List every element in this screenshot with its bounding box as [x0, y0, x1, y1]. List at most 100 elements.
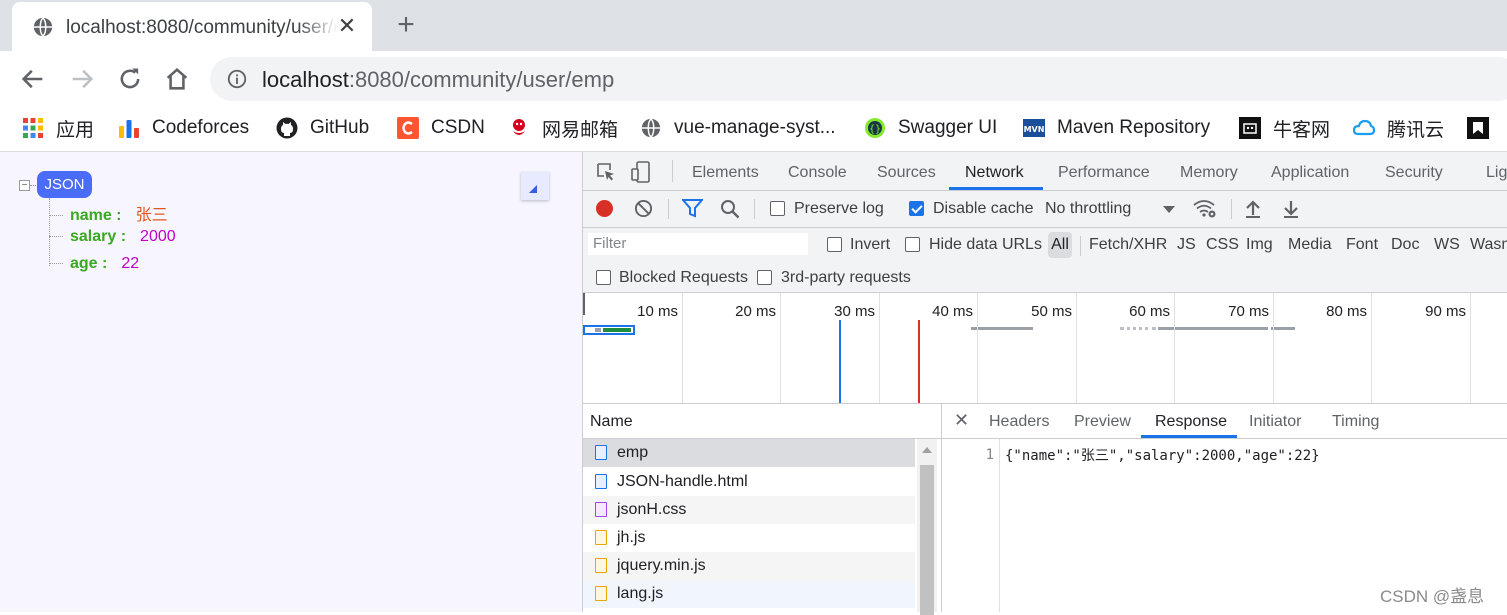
back-icon[interactable] [19, 65, 47, 93]
active-tab-indicator [1141, 435, 1237, 438]
bookmark-label: GitHub [310, 117, 370, 138]
blocked-requests-checkbox[interactable] [596, 270, 611, 285]
url-host: localhost [262, 67, 349, 92]
request-row[interactable]: jquery.min.js [583, 552, 915, 580]
filter-icon[interactable] [682, 199, 703, 218]
tab-lighthouse[interactable]: Lig [1486, 164, 1507, 182]
request-row-emp[interactable]: emp [583, 439, 915, 467]
document-icon [595, 445, 607, 460]
tab-response[interactable]: Response [1155, 413, 1227, 431]
scroll-up-arrow-icon[interactable] [922, 447, 932, 453]
reload-icon[interactable] [116, 65, 144, 93]
bookmark-github[interactable]: GitHub [276, 115, 369, 141]
timeline-gridline [977, 293, 978, 403]
type-filter-font[interactable]: Font [1346, 236, 1378, 254]
tab-security[interactable]: Security [1385, 164, 1443, 182]
timeline-gridline [1470, 293, 1471, 403]
preserve-log-checkbox[interactable] [770, 201, 785, 216]
expand-panel-button[interactable] [521, 172, 549, 200]
browser-toolbar: localhost:8080/community/user/emp [0, 51, 1507, 105]
bookmark-swagger[interactable]: {} Swagger UI [864, 115, 997, 141]
type-filter-ws[interactable]: WS [1434, 236, 1460, 254]
apps-grid-icon [23, 118, 43, 138]
bookmark-maven[interactable]: MVN Maven Repository [1023, 115, 1210, 141]
tab-memory[interactable]: Memory [1180, 164, 1238, 182]
network-overview: 10 ms 20 ms 30 ms 40 ms 50 ms 60 ms 70 ms 80 ms… [583, 293, 1507, 404]
hide-data-urls-checkbox[interactable] [905, 237, 920, 252]
export-har-icon[interactable] [1282, 199, 1300, 219]
invert-checkbox[interactable] [827, 237, 842, 252]
address-bar[interactable]: localhost:8080/community/user/emp [210, 57, 1507, 101]
browser-tab[interactable]: localhost:8080/community/user/emp ✕ [12, 2, 372, 51]
load-event-marker [918, 320, 920, 403]
bookmark-label: 应用 [56, 119, 95, 141]
bookmark-tencent-cloud[interactable]: 腾讯云 [1353, 115, 1444, 141]
import-har-icon[interactable] [1244, 199, 1262, 219]
network-toolbar: Preserve log Disable cache No throttling [583, 191, 1507, 228]
json-field-row: age : 22 [49, 255, 139, 277]
type-filter-css[interactable]: CSS [1206, 236, 1239, 254]
tab-timing[interactable]: Timing [1332, 413, 1379, 431]
inspect-element-icon[interactable] [596, 162, 616, 182]
tab-network[interactable]: Network [965, 164, 1024, 182]
request-list-scrollbar[interactable] [917, 439, 937, 615]
clear-icon[interactable] [634, 199, 653, 218]
tab-elements[interactable]: Elements [692, 164, 759, 182]
tab-close-icon[interactable]: ✕ [334, 13, 360, 39]
bookmark-vue-manage[interactable]: vue-manage-syst... [640, 115, 836, 141]
bookmark-apps[interactable]: 应用 [22, 115, 94, 141]
request-row[interactable]: jh.js [583, 524, 915, 552]
throttling-select[interactable]: No throttling [1045, 200, 1131, 218]
tab-application[interactable]: Application [1271, 164, 1349, 182]
invert-label: Invert [850, 236, 891, 253]
collapse-toggle[interactable]: − [19, 180, 30, 191]
tab-console[interactable]: Console [788, 164, 847, 182]
home-icon[interactable] [163, 65, 191, 93]
response-body[interactable]: {"name":"张三","salary":2000,"age":22} [1005, 445, 1320, 465]
tab-headers[interactable]: Headers [989, 413, 1049, 431]
tab-sources[interactable]: Sources [877, 164, 936, 182]
scrollbar-thumb[interactable] [920, 465, 934, 615]
type-filter-media[interactable]: Media [1288, 236, 1332, 254]
type-filter-img[interactable]: Img [1246, 236, 1273, 254]
name-column-header[interactable]: Name [583, 404, 941, 439]
request-detail-panel: ✕ Headers Preview Response Initiator Tim… [942, 404, 1507, 612]
type-filter-fetch-xhr[interactable]: Fetch/XHR [1089, 236, 1167, 254]
request-row[interactable]: jsonH.css [583, 496, 915, 524]
tab-initiator[interactable]: Initiator [1249, 413, 1301, 431]
bookmark-label: Codeforces [152, 117, 250, 138]
device-toolbar-icon[interactable] [631, 161, 651, 183]
request-row[interactable]: lang.js [583, 580, 915, 608]
network-conditions-icon[interactable] [1193, 199, 1217, 219]
timeline-gridline [879, 293, 880, 403]
forward-icon[interactable] [68, 65, 96, 93]
type-filter-wasm[interactable]: Wasm [1470, 236, 1507, 254]
filter-input[interactable]: Filter [588, 233, 808, 255]
url-text: localhost:8080/community/user/emp [262, 67, 614, 93]
tab-preview[interactable]: Preview [1074, 413, 1131, 431]
request-name: jsonH.css [617, 501, 687, 518]
search-icon[interactable] [720, 199, 740, 219]
record-icon[interactable] [596, 200, 613, 217]
bookmark-nowcoder[interactable]: 牛客网 [1239, 115, 1330, 141]
tab-strip: localhost:8080/community/user/emp ✕ + [0, 0, 1507, 51]
type-filter-doc[interactable]: Doc [1391, 236, 1419, 254]
bookmark-overflow[interactable] [1467, 115, 1501, 141]
close-icon[interactable]: ✕ [954, 410, 969, 431]
type-filter-js[interactable]: JS [1177, 236, 1196, 254]
info-icon[interactable] [226, 68, 248, 90]
new-tab-button[interactable]: + [392, 10, 420, 40]
bookmark-label: Maven Repository [1057, 117, 1211, 138]
github-icon [276, 117, 298, 139]
bookmark-label: Swagger UI [898, 117, 998, 138]
request-row[interactable]: JSON-handle.html [583, 468, 915, 496]
disable-cache-checkbox[interactable] [909, 201, 924, 216]
bookmark-csdn[interactable]: CSDN [397, 115, 485, 141]
dropdown-arrow-icon[interactable] [1163, 206, 1175, 213]
tab-performance[interactable]: Performance [1058, 164, 1150, 182]
bookmark-netease-mail[interactable]: 网易邮箱 [508, 115, 618, 141]
type-filter-all[interactable]: All [1048, 232, 1072, 258]
third-party-checkbox[interactable] [757, 270, 772, 285]
json-root-badge[interactable]: JSON [37, 171, 92, 198]
bookmark-codeforces[interactable]: Codeforces [118, 115, 249, 141]
